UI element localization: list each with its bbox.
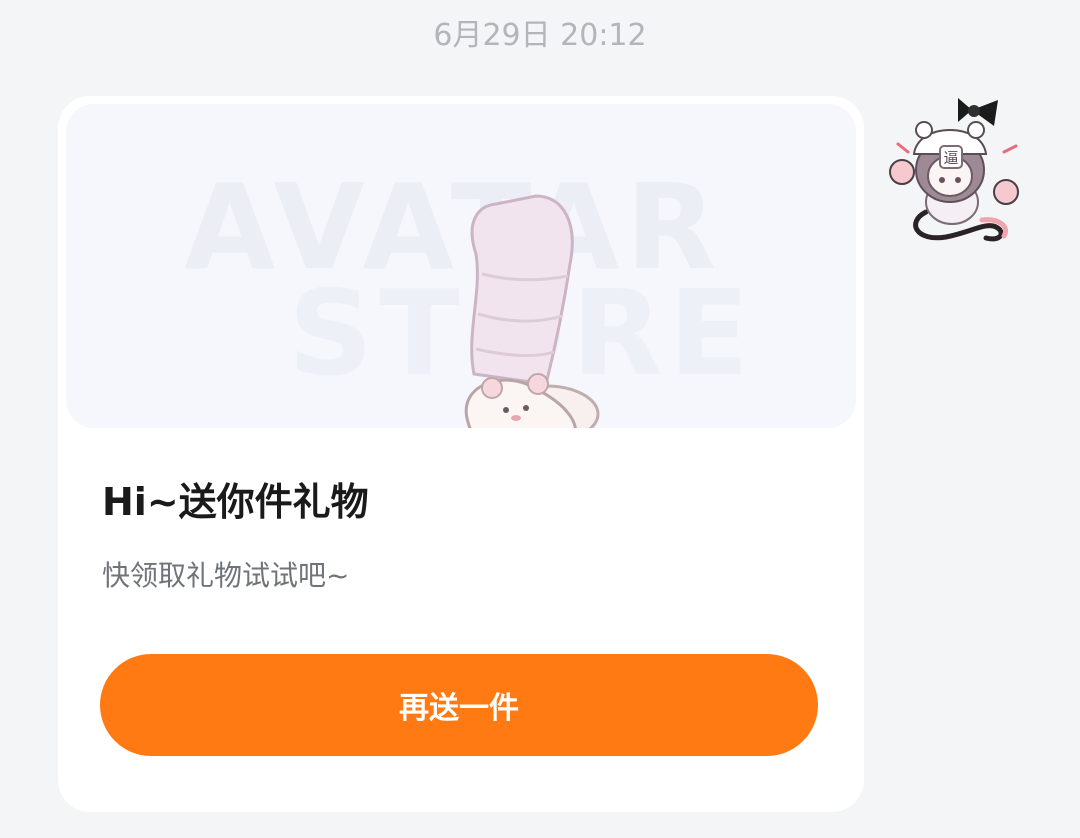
avatar-badge-text: 逼 xyxy=(943,149,958,167)
gift-slippers-socks-image xyxy=(464,194,600,428)
gift-card-title: Hi~送你件礼物 xyxy=(102,480,369,524)
user-avatar-icon[interactable]: 逼 xyxy=(886,92,1026,242)
send-another-gift-button[interactable]: 再送一件 xyxy=(100,654,818,756)
message-timestamp: 6月29日 20:12 xyxy=(433,18,647,53)
gift-message-card[interactable]: AVATAR STORE Hi~送你件礼物 快领取礼物试试吧~ 再送一件 xyxy=(58,96,864,812)
gift-card-subtitle: 快领取礼物试试吧~ xyxy=(102,559,350,592)
send-another-gift-label: 再送一件 xyxy=(399,691,519,726)
gift-preview-image[interactable]: AVATAR STORE xyxy=(66,104,856,428)
